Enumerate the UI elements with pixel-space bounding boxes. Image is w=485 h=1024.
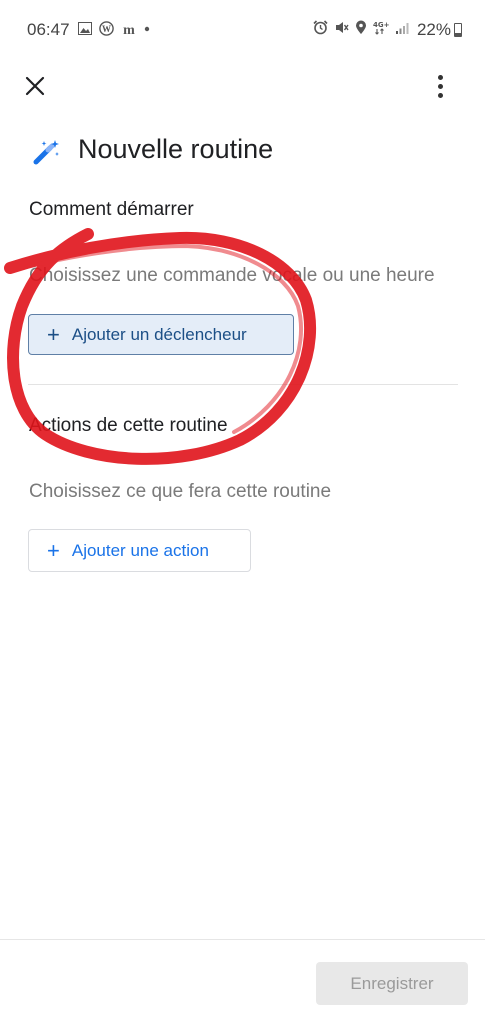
start-section-title: Comment démarrer	[29, 199, 194, 220]
page-title: Nouvelle routine	[78, 134, 274, 164]
section-divider	[28, 384, 458, 385]
status-right-icons: 4G+	[313, 20, 409, 35]
start-section-description: Choisissez une commande vocale ou une he…	[29, 265, 435, 286]
battery-icon	[454, 23, 462, 37]
dot-icon	[144, 26, 150, 31]
add-trigger-button[interactable]: + Ajouter un déclencheur	[28, 314, 294, 355]
wordpress-icon: W	[99, 21, 114, 36]
close-button[interactable]	[20, 71, 50, 101]
4g-icon: 4G+	[373, 21, 389, 35]
svg-text:4G+: 4G+	[373, 21, 389, 29]
close-icon	[25, 76, 45, 96]
add-action-button[interactable]: + Ajouter une action	[28, 529, 251, 572]
save-button[interactable]: Enregistrer	[316, 962, 468, 1005]
signal-icon	[396, 22, 409, 34]
battery-percent: 22%	[416, 20, 451, 39]
location-icon	[356, 20, 366, 34]
more-vert-icon	[437, 74, 443, 80]
add-trigger-label: Ajouter un déclencheur	[71, 324, 247, 344]
footer-divider	[0, 939, 485, 940]
alarm-icon	[313, 20, 328, 35]
m-icon: m	[123, 23, 135, 36]
status-left-icons: W m	[78, 21, 150, 36]
actions-section-description: Choisissez ce que fera cette routine	[29, 481, 332, 502]
mute-icon	[336, 22, 349, 33]
svg-text:m: m	[123, 23, 135, 36]
magic-wand-icon	[33, 140, 59, 165]
add-action-label: Ajouter une action	[71, 540, 209, 560]
plus-icon: +	[47, 537, 60, 563]
image-icon	[78, 22, 92, 35]
plus-icon: +	[47, 321, 60, 347]
status-bar: 06:47 W m 4G+ 22%	[0, 0, 485, 62]
actions-section-title: Actions de cette routine	[29, 415, 228, 436]
more-options-button[interactable]	[425, 71, 455, 101]
battery-indicator: 22%	[417, 20, 462, 40]
svg-text:W: W	[102, 24, 111, 34]
status-time: 06:47	[27, 20, 70, 39]
